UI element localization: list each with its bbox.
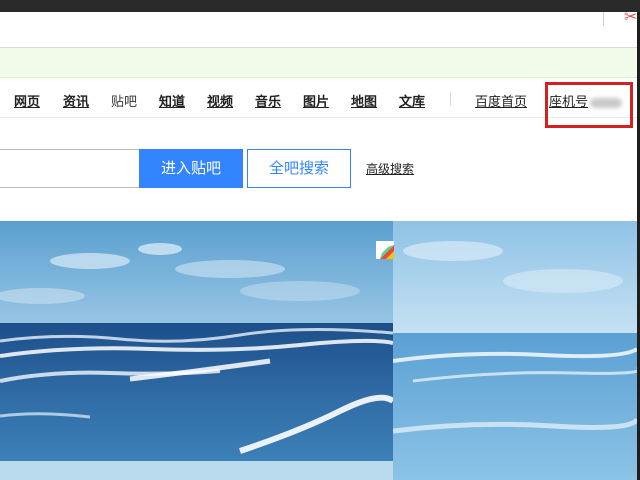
nav-item-music[interactable]: 音乐 — [255, 91, 281, 110]
top-nav: 网页 资讯 贴吧 知道 视频 音乐 图片 地图 文库 百度首页 座机号 — [0, 78, 640, 118]
sea-banner-image — [0, 221, 393, 461]
nav-item-wenku[interactable]: 文库 — [399, 91, 425, 110]
nav-item-tieba: 贴吧 — [111, 95, 138, 110]
nav-item-zhidao[interactable]: 知道 — [159, 91, 185, 110]
baidu-home-link[interactable]: 百度首页 — [475, 91, 527, 110]
advanced-search-link[interactable]: 高级搜索 — [366, 160, 414, 177]
address-bar[interactable] — [0, 12, 640, 48]
enter-tieba-button[interactable]: 进入贴吧 — [139, 149, 243, 188]
browser-window: ✂ 网页 资讯 贴吧 知道 视频 音乐 图片 地图 文库 百度首页 座机号 进入… — [0, 0, 640, 480]
nav-item-images[interactable]: 图片 — [303, 91, 329, 110]
notice-bar — [0, 48, 640, 78]
nav-divider — [450, 92, 451, 106]
nav-item-news[interactable]: 资讯 — [63, 91, 89, 110]
nav-item-webpage[interactable]: 网页 — [14, 91, 40, 110]
nav-item-video[interactable]: 视频 — [207, 91, 233, 110]
annotation-highlight-box — [545, 82, 633, 128]
banner-strip — [0, 461, 393, 480]
search-input[interactable] — [0, 149, 140, 188]
window-titlebar — [0, 0, 640, 12]
address-bar-separator — [603, 12, 604, 26]
color-palette-icon[interactable] — [376, 241, 394, 259]
all-tieba-search-button[interactable]: 全吧搜索 — [247, 149, 351, 188]
nav-item-map[interactable]: 地图 — [351, 91, 377, 110]
sea-banner-image-secondary — [393, 221, 637, 480]
